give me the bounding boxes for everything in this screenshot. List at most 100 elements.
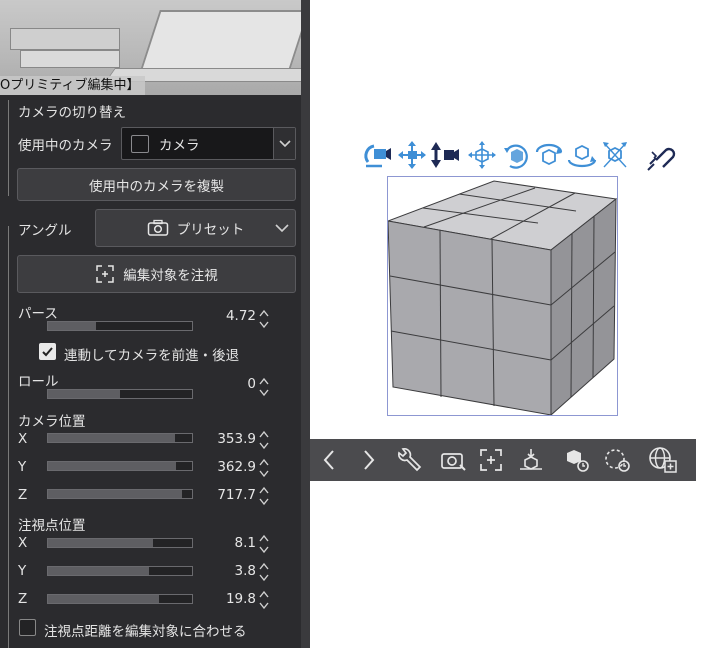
ground-button[interactable] (514, 443, 548, 477)
manipulator-toolbar (364, 141, 676, 171)
add-to-scene-button[interactable] (646, 443, 680, 477)
object-list-button[interactable] (560, 443, 594, 477)
move-with-camera-checkbox[interactable] (39, 343, 56, 360)
primitive-cube[interactable] (386, 177, 618, 417)
camera-z-spinner-icon[interactable] (258, 485, 270, 507)
camera-preset-icon (147, 219, 168, 236)
app-window: Oプリミティブ編集中】 カメラの切り替え 使用中のカメラ カメラ 使用中のカメラ… (0, 0, 722, 648)
wrench-icon (398, 448, 422, 472)
reset-rotation-button[interactable] (600, 443, 634, 477)
target-x-value[interactable]: 8.1 (196, 535, 256, 551)
current-camera-value: カメラ (159, 137, 200, 154)
perspective-value[interactable]: 4.72 (196, 308, 256, 324)
camera-color-swatch (131, 134, 149, 153)
section-line-camera (8, 100, 9, 196)
camera-pan-icon[interactable] (398, 141, 426, 169)
camera-z-label: Z (18, 487, 28, 503)
target-x-label: X (18, 535, 28, 551)
rotate-axis-icon[interactable] (504, 144, 528, 169)
target-z-value[interactable]: 19.8 (196, 591, 256, 607)
target-z-slider-fill (48, 595, 159, 603)
selection-bounding-box[interactable] (386, 176, 618, 417)
roll-spinner-icon[interactable] (258, 376, 270, 398)
checkmark-icon (42, 347, 53, 357)
fit-target-distance-checkbox[interactable] (19, 619, 36, 636)
target-y-spinner-icon[interactable] (258, 561, 270, 583)
target-position-label: 注視点位置 (18, 518, 86, 534)
move-with-camera-label: 連動してカメラを前進・後退 (64, 348, 240, 364)
camera-y-slider[interactable] (47, 461, 193, 471)
camera-switch-label: カメラの切り替え (18, 105, 126, 121)
preview-books (10, 28, 120, 50)
camera-x-slider[interactable] (47, 433, 193, 443)
angle-preset-select[interactable]: プリセット (95, 209, 296, 247)
camera-x-slider-fill (48, 434, 175, 442)
camera-x-label: X (18, 431, 28, 447)
target-z-spinner-icon[interactable] (258, 589, 270, 611)
object-list-icon (567, 450, 589, 472)
camera-y-label: Y (18, 459, 27, 475)
roll-slider[interactable] (47, 389, 193, 399)
camera-preset-icon (441, 453, 466, 471)
target-x-slider[interactable] (47, 538, 193, 548)
perspective-label: パース (18, 306, 58, 322)
perspective-slider-fill (48, 322, 96, 330)
camera-z-slider[interactable] (47, 489, 193, 499)
rotate-plane-icon[interactable] (567, 144, 597, 168)
look-at-target-button[interactable]: 編集対象を注視 (17, 255, 296, 293)
camera-y-value[interactable]: 362.9 (196, 459, 256, 475)
chevron-down-icon[interactable] (273, 128, 295, 159)
target-x-slider-fill (48, 539, 154, 547)
angle-label: アングル (18, 223, 72, 239)
target-z-slider[interactable] (47, 594, 193, 604)
target-y-slider[interactable] (47, 566, 193, 576)
focus-target-button[interactable] (474, 443, 508, 477)
settings-button[interactable] (392, 443, 426, 477)
prev-button[interactable] (312, 443, 346, 477)
duplicate-camera-label: 使用中のカメラを複製 (89, 178, 224, 195)
fit-target-distance-label: 注視点距離を編集対象に合わせる (44, 624, 247, 640)
preview-thumbnail: Oプリミティブ編集中】 (0, 0, 301, 95)
section-line-angle (8, 226, 9, 648)
camera-rotate-icon[interactable] (364, 144, 391, 168)
target-y-slider-fill (48, 567, 149, 575)
roll-slider-fill (48, 390, 120, 398)
camera-dolly-icon[interactable] (431, 142, 459, 168)
camera-angle-button[interactable] (436, 443, 470, 477)
next-icon (364, 450, 375, 470)
next-button[interactable] (352, 443, 386, 477)
focus-target-icon (480, 449, 502, 471)
camera-settings-panel: Oプリミティブ編集中】 カメラの切り替え 使用中のカメラ カメラ 使用中のカメラ… (0, 0, 310, 648)
ground-icon (520, 449, 542, 470)
rotate-flip-icon[interactable] (603, 142, 627, 168)
camera-y-spinner-icon[interactable] (258, 457, 270, 479)
roll-label: ロール (18, 374, 59, 390)
object-launcher-toolbar (310, 439, 696, 481)
roll-value[interactable]: 0 (196, 376, 256, 392)
prev-icon (323, 450, 334, 470)
target-y-value[interactable]: 3.8 (196, 563, 256, 579)
camera-y-slider-fill (48, 462, 177, 470)
camera-position-label: カメラ位置 (18, 414, 86, 430)
panel-scrollbar-track[interactable] (301, 0, 310, 648)
rotate-free-icon[interactable] (535, 143, 563, 166)
perspective-slider[interactable] (47, 321, 193, 331)
current-camera-select[interactable]: カメラ (121, 127, 296, 160)
move-xy-icon[interactable] (468, 141, 496, 169)
chevron-down-icon (275, 224, 289, 233)
look-at-target-label: 編集対象を注視 (123, 268, 218, 284)
reset-rotation-icon (605, 449, 630, 472)
current-camera-label: 使用中のカメラ (18, 138, 113, 154)
target-z-label: Z (18, 591, 28, 607)
preview-laptop (140, 10, 301, 70)
camera-z-slider-fill (48, 490, 182, 498)
perspective-spinner-icon[interactable] (258, 308, 270, 330)
camera-x-spinner-icon[interactable] (258, 429, 270, 451)
camera-x-value[interactable]: 353.9 (196, 431, 256, 447)
snap-magnet-icon[interactable] (647, 147, 676, 171)
target-x-spinner-icon[interactable] (258, 533, 270, 555)
camera-z-value[interactable]: 717.7 (196, 487, 256, 503)
duplicate-camera-button[interactable]: 使用中のカメラを複製 (17, 168, 296, 201)
focus-target-icon (96, 265, 114, 283)
add-to-scene-icon (649, 447, 677, 473)
